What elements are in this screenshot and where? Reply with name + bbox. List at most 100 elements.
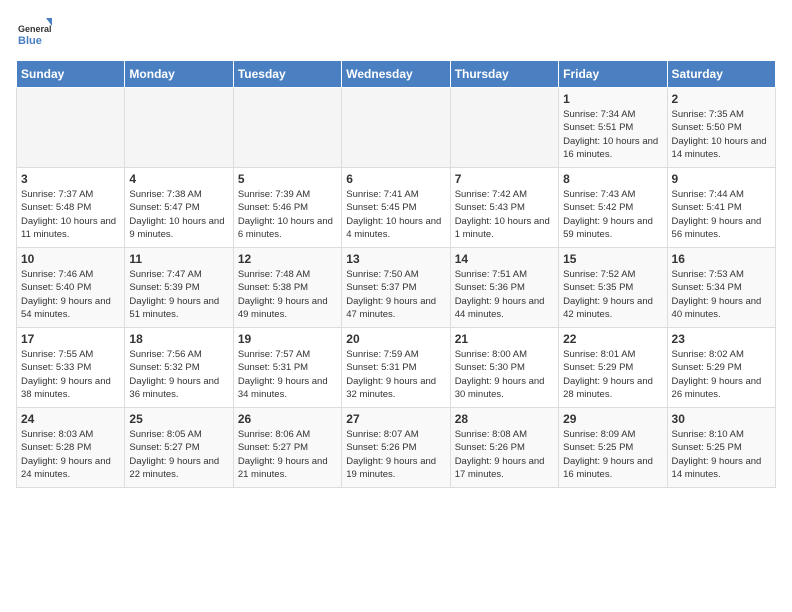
day-number: 24: [21, 412, 120, 426]
day-cell-1-6: 1 Sunrise: 7:34 AM Sunset: 5:51 PM Daylig…: [559, 88, 667, 168]
day-cell-3-7: 16 Sunrise: 7:53 AM Sunset: 5:34 PM Dayli…: [667, 248, 775, 328]
day-info: Sunrise: 8:08 AM Sunset: 5:26 PM Dayligh…: [455, 428, 554, 481]
day-number: 6: [346, 172, 445, 186]
calendar-table: SundayMondayTuesdayWednesdayThursdayFrid…: [16, 60, 776, 488]
day-cell-5-4: 27 Sunrise: 8:07 AM Sunset: 5:26 PM Dayli…: [342, 408, 450, 488]
day-number: 11: [129, 252, 228, 266]
day-cell-3-5: 14 Sunrise: 7:51 AM Sunset: 5:36 PM Dayli…: [450, 248, 558, 328]
day-number: 26: [238, 412, 337, 426]
day-number: 25: [129, 412, 228, 426]
day-cell-1-7: 2 Sunrise: 7:35 AM Sunset: 5:50 PM Daylig…: [667, 88, 775, 168]
day-header-friday: Friday: [559, 61, 667, 88]
day-info: Sunrise: 7:35 AM Sunset: 5:50 PM Dayligh…: [672, 108, 771, 161]
day-info: Sunrise: 7:55 AM Sunset: 5:33 PM Dayligh…: [21, 348, 120, 401]
day-number: 16: [672, 252, 771, 266]
week-row-5: 24 Sunrise: 8:03 AM Sunset: 5:28 PM Dayli…: [17, 408, 776, 488]
day-info: Sunrise: 7:53 AM Sunset: 5:34 PM Dayligh…: [672, 268, 771, 321]
day-number: 10: [21, 252, 120, 266]
day-cell-4-6: 22 Sunrise: 8:01 AM Sunset: 5:29 PM Dayli…: [559, 328, 667, 408]
day-cell-5-6: 29Sunrise: 8:09 AM Sunset: 5:25 PM Dayli…: [559, 408, 667, 488]
day-info: Sunrise: 7:59 AM Sunset: 5:31 PM Dayligh…: [346, 348, 445, 401]
day-cell-5-5: 28 Sunrise: 8:08 AM Sunset: 5:26 PM Dayli…: [450, 408, 558, 488]
day-cell-3-2: 11 Sunrise: 7:47 AM Sunset: 5:39 PM Dayli…: [125, 248, 233, 328]
day-info: Sunrise: 7:48 AM Sunset: 5:38 PM Dayligh…: [238, 268, 337, 321]
day-cell-1-4: [342, 88, 450, 168]
day-number: 19: [238, 332, 337, 346]
day-info: Sunrise: 8:05 AM Sunset: 5:27 PM Dayligh…: [129, 428, 228, 481]
day-cell-5-3: 26 Sunrise: 8:06 AM Sunset: 5:27 PM Dayli…: [233, 408, 341, 488]
day-header-tuesday: Tuesday: [233, 61, 341, 88]
day-info: Sunrise: 7:50 AM Sunset: 5:37 PM Dayligh…: [346, 268, 445, 321]
week-row-2: 3Sunrise: 7:37 AM Sunset: 5:48 PM Daylig…: [17, 168, 776, 248]
day-number: 14: [455, 252, 554, 266]
day-info: Sunrise: 7:37 AM Sunset: 5:48 PM Dayligh…: [21, 188, 120, 241]
day-number: 29: [563, 412, 662, 426]
header-row: SundayMondayTuesdayWednesdayThursdayFrid…: [17, 61, 776, 88]
day-cell-1-1: [17, 88, 125, 168]
calendar-body: 1 Sunrise: 7:34 AM Sunset: 5:51 PM Daylig…: [17, 88, 776, 488]
day-info: Sunrise: 7:44 AM Sunset: 5:41 PM Dayligh…: [672, 188, 771, 241]
day-cell-4-2: 18Sunrise: 7:56 AM Sunset: 5:32 PM Dayli…: [125, 328, 233, 408]
calendar-header: SundayMondayTuesdayWednesdayThursdayFrid…: [17, 61, 776, 88]
day-cell-3-1: 10 Sunrise: 7:46 AM Sunset: 5:40 PM Dayli…: [17, 248, 125, 328]
day-number: 30: [672, 412, 771, 426]
day-number: 13: [346, 252, 445, 266]
day-cell-5-7: 30 Sunrise: 8:10 AM Sunset: 5:25 PM Dayli…: [667, 408, 775, 488]
day-cell-2-3: 5Sunrise: 7:39 AM Sunset: 5:46 PM Daylig…: [233, 168, 341, 248]
day-number: 27: [346, 412, 445, 426]
day-number: 23: [672, 332, 771, 346]
day-info: Sunrise: 8:07 AM Sunset: 5:26 PM Dayligh…: [346, 428, 445, 481]
day-cell-1-5: [450, 88, 558, 168]
day-info: Sunrise: 7:39 AM Sunset: 5:46 PM Dayligh…: [238, 188, 337, 241]
day-number: 22: [563, 332, 662, 346]
day-info: Sunrise: 7:34 AM Sunset: 5:51 PM Dayligh…: [563, 108, 662, 161]
logo: General Blue: [16, 16, 52, 52]
day-cell-2-2: 4Sunrise: 7:38 AM Sunset: 5:47 PM Daylig…: [125, 168, 233, 248]
day-number: 2: [672, 92, 771, 106]
day-cell-2-1: 3Sunrise: 7:37 AM Sunset: 5:48 PM Daylig…: [17, 168, 125, 248]
day-header-monday: Monday: [125, 61, 233, 88]
day-header-wednesday: Wednesday: [342, 61, 450, 88]
day-info: Sunrise: 7:46 AM Sunset: 5:40 PM Dayligh…: [21, 268, 120, 321]
day-info: Sunrise: 8:01 AM Sunset: 5:29 PM Dayligh…: [563, 348, 662, 401]
day-info: Sunrise: 8:06 AM Sunset: 5:27 PM Dayligh…: [238, 428, 337, 481]
day-cell-3-4: 13 Sunrise: 7:50 AM Sunset: 5:37 PM Dayli…: [342, 248, 450, 328]
day-info: Sunrise: 7:42 AM Sunset: 5:43 PM Dayligh…: [455, 188, 554, 241]
svg-text:General: General: [18, 24, 52, 34]
day-header-thursday: Thursday: [450, 61, 558, 88]
day-info: Sunrise: 7:43 AM Sunset: 5:42 PM Dayligh…: [563, 188, 662, 241]
day-info: Sunrise: 7:47 AM Sunset: 5:39 PM Dayligh…: [129, 268, 228, 321]
day-info: Sunrise: 7:57 AM Sunset: 5:31 PM Dayligh…: [238, 348, 337, 401]
day-cell-1-3: [233, 88, 341, 168]
day-number: 9: [672, 172, 771, 186]
page-header: General Blue: [16, 16, 776, 52]
day-cell-2-4: 6 Sunrise: 7:41 AM Sunset: 5:45 PM Daylig…: [342, 168, 450, 248]
day-info: Sunrise: 8:03 AM Sunset: 5:28 PM Dayligh…: [21, 428, 120, 481]
day-number: 8: [563, 172, 662, 186]
day-info: Sunrise: 7:41 AM Sunset: 5:45 PM Dayligh…: [346, 188, 445, 241]
day-cell-3-3: 12Sunrise: 7:48 AM Sunset: 5:38 PM Dayli…: [233, 248, 341, 328]
week-row-3: 10 Sunrise: 7:46 AM Sunset: 5:40 PM Dayli…: [17, 248, 776, 328]
day-cell-2-6: 8 Sunrise: 7:43 AM Sunset: 5:42 PM Daylig…: [559, 168, 667, 248]
day-cell-3-6: 15 Sunrise: 7:52 AM Sunset: 5:35 PM Dayli…: [559, 248, 667, 328]
day-cell-1-2: [125, 88, 233, 168]
day-info: Sunrise: 8:00 AM Sunset: 5:30 PM Dayligh…: [455, 348, 554, 401]
day-number: 7: [455, 172, 554, 186]
day-info: Sunrise: 7:51 AM Sunset: 5:36 PM Dayligh…: [455, 268, 554, 321]
day-cell-4-7: 23Sunrise: 8:02 AM Sunset: 5:29 PM Dayli…: [667, 328, 775, 408]
day-cell-4-1: 17 Sunrise: 7:55 AM Sunset: 5:33 PM Dayli…: [17, 328, 125, 408]
week-row-1: 1 Sunrise: 7:34 AM Sunset: 5:51 PM Daylig…: [17, 88, 776, 168]
day-number: 1: [563, 92, 662, 106]
logo-svg: General Blue: [16, 16, 52, 52]
day-info: Sunrise: 7:52 AM Sunset: 5:35 PM Dayligh…: [563, 268, 662, 321]
day-info: Sunrise: 8:10 AM Sunset: 5:25 PM Dayligh…: [672, 428, 771, 481]
svg-text:Blue: Blue: [18, 35, 42, 47]
day-number: 17: [21, 332, 120, 346]
day-number: 15: [563, 252, 662, 266]
day-cell-2-7: 9 Sunrise: 7:44 AM Sunset: 5:41 PM Daylig…: [667, 168, 775, 248]
day-number: 28: [455, 412, 554, 426]
day-number: 21: [455, 332, 554, 346]
day-number: 20: [346, 332, 445, 346]
day-cell-5-2: 25 Sunrise: 8:05 AM Sunset: 5:27 PM Dayli…: [125, 408, 233, 488]
day-number: 4: [129, 172, 228, 186]
